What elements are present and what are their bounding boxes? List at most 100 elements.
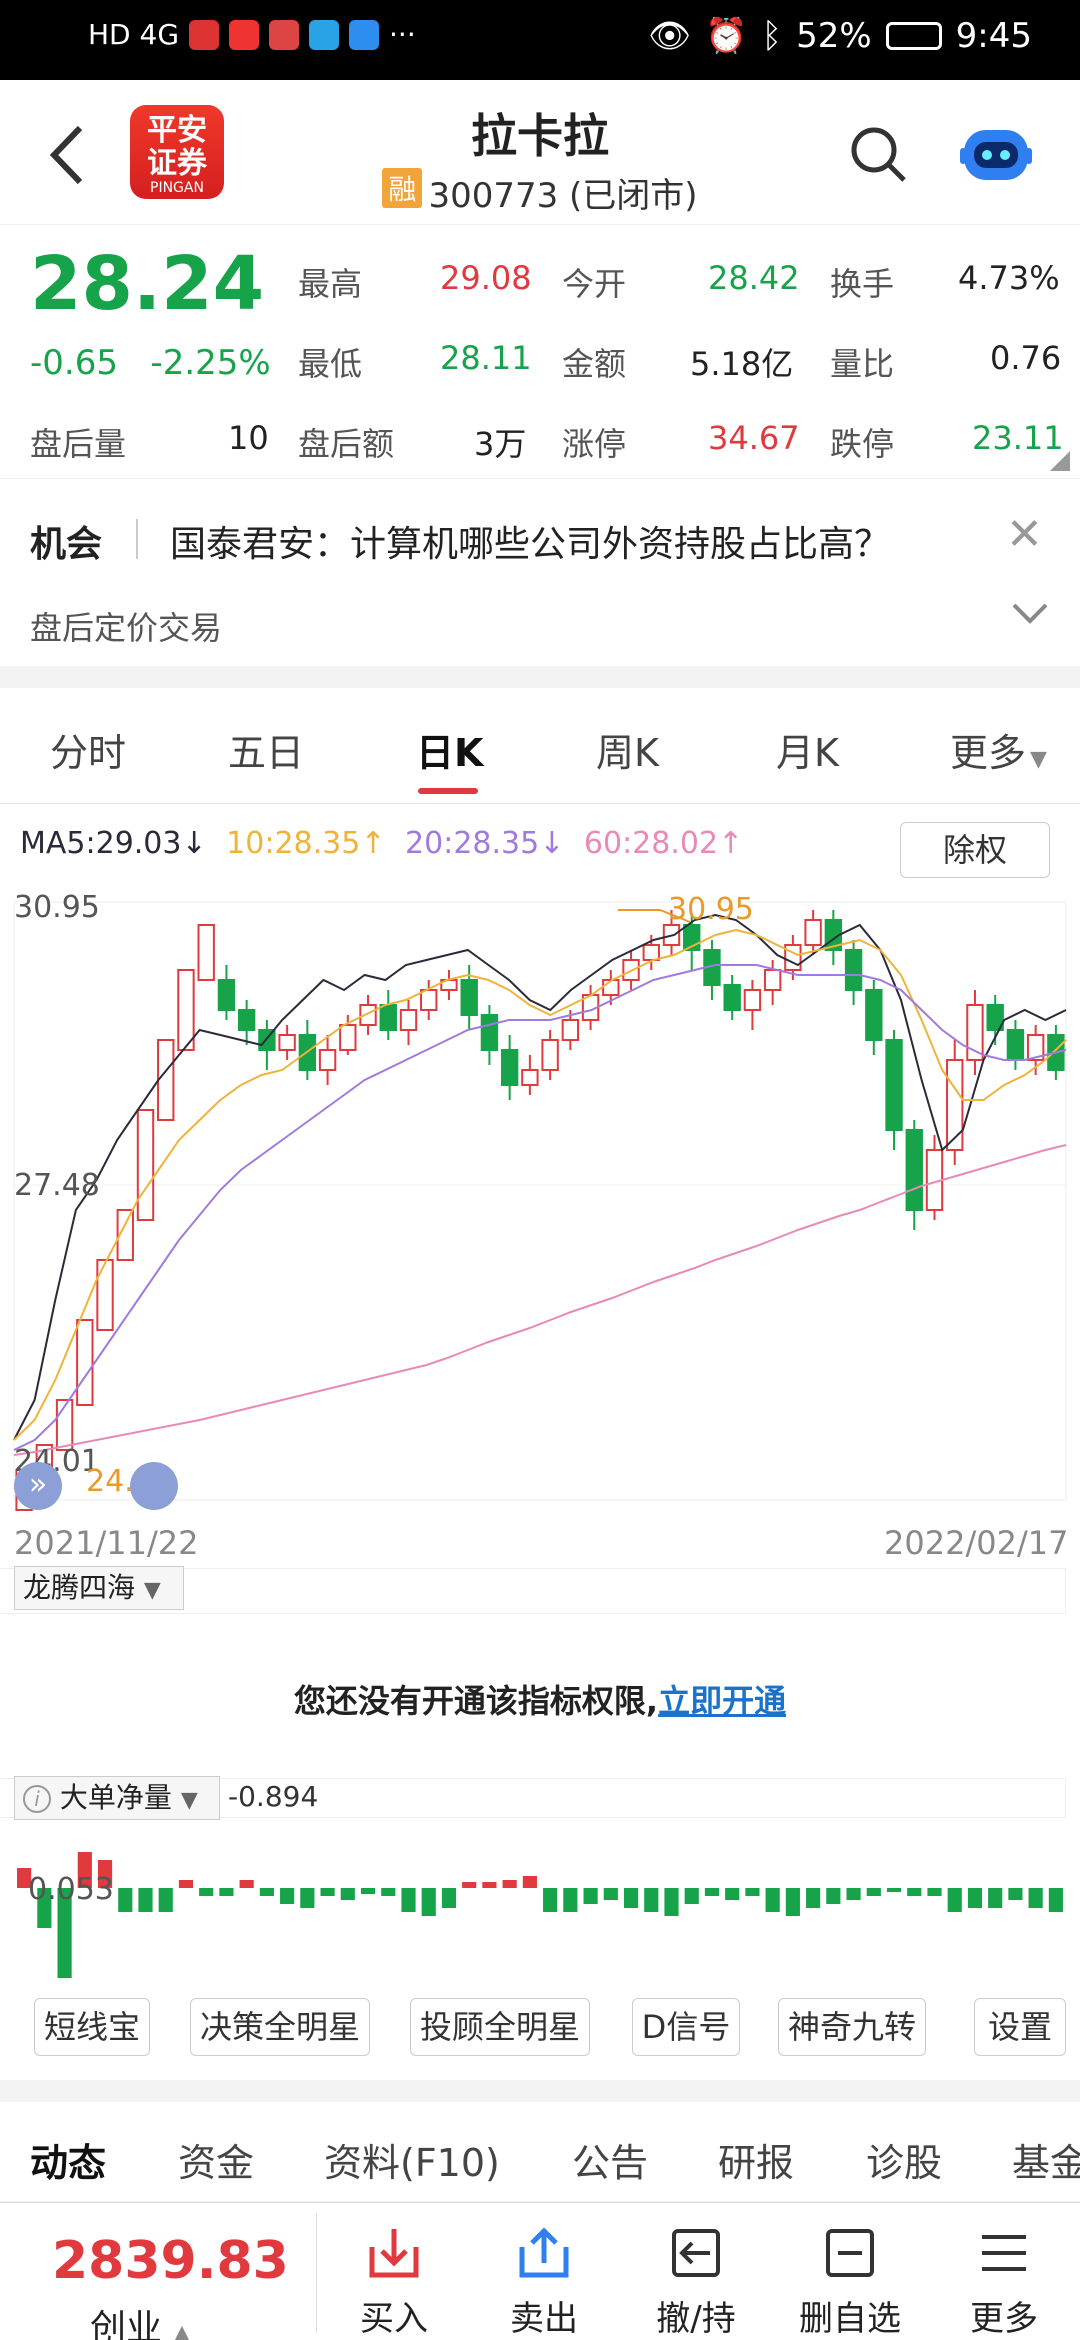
net-large-order-value: -0.894 <box>228 1780 319 1813</box>
candle-body <box>602 979 620 996</box>
tab-research[interactable]: 研报 <box>718 2132 794 2187</box>
tab-daily-k[interactable]: 日K <box>416 722 483 777</box>
triangle-up-icon: ▲ <box>173 2321 191 2340</box>
candle-body <box>460 979 478 1016</box>
activate-link[interactable]: 立即开通 <box>658 1682 786 1720</box>
amount-label: 金额 <box>562 345 627 383</box>
sell-button[interactable]: 卖出 <box>484 2213 604 2340</box>
after-hours-pricing[interactable]: 盘后定价交易 <box>30 603 222 649</box>
open-label: 今开 <box>562 265 627 303</box>
index-name[interactable]: 创业 ▲ <box>90 2299 190 2340</box>
app-notification-icon <box>309 19 340 50</box>
after-hours-amount: 3万 <box>474 425 527 463</box>
chevron-down-icon[interactable] <box>1010 599 1050 629</box>
flow-bar <box>118 1888 133 1912</box>
tab-diagnosis[interactable]: 诊股 <box>866 2132 942 2187</box>
flow-bar <box>381 1888 396 1896</box>
limit-down-label: 跌停 <box>830 425 895 463</box>
scroll-left-icon[interactable]: » <box>14 1462 62 1510</box>
flow-bar <box>644 1888 659 1912</box>
candle-body <box>763 969 782 991</box>
indicator-locked-message: 您还没有开通该指标权限,立即开通 <box>293 1682 787 1720</box>
tab-intraday[interactable]: 分时 <box>50 722 126 777</box>
section-gap <box>0 666 1080 688</box>
end-date: 2022/02/17 <box>884 1524 1069 1562</box>
candle-body <box>157 1039 175 1121</box>
indicator-selector-2[interactable]: i 大单净量 ▼ <box>14 1776 220 1820</box>
clock: 9:45 <box>955 16 1032 56</box>
flow-bar <box>259 1888 274 1896</box>
start-date: 2021/11/22 <box>14 1524 199 1562</box>
large-order-flow-plot <box>17 1852 1063 1978</box>
candle-body <box>521 1069 539 1086</box>
tab-news-feed[interactable]: 动态 <box>30 2132 106 2187</box>
flow-bar <box>401 1888 416 1912</box>
buy-button[interactable]: 买入 <box>334 2213 454 2340</box>
remove-icon <box>826 2229 874 2277</box>
index-value[interactable]: 2839.83 <box>52 2231 289 2291</box>
tab-monthly-k[interactable]: 月K <box>776 722 839 777</box>
close-icon[interactable]: ✕ <box>1006 509 1043 560</box>
candle-body <box>905 1129 923 1211</box>
ex-rights-button[interactable]: 除权 <box>900 822 1050 878</box>
tab-f10[interactable]: 资料(F10) <box>324 2132 500 2187</box>
candlestick-plot[interactable] <box>0 880 1080 1520</box>
news-headline[interactable]: 国泰君安：计算机哪些公司外资持股占比高？ <box>170 515 890 567</box>
remove-watchlist-button[interactable]: 删自选 <box>790 2213 910 2340</box>
news-banner[interactable]: 机会 国泰君安：计算机哪些公司外资持股占比高？ ✕ 盘后定价交易 <box>0 478 1080 666</box>
flow-bar <box>482 1882 497 1888</box>
flow-bar <box>886 1888 902 1892</box>
flow-bar <box>583 1888 598 1904</box>
tool-advisor-stars[interactable]: 投顾全明星 <box>410 1998 590 2056</box>
candle-body <box>480 1014 499 1051</box>
info-tabs: 动态 资金 资料(F10) 公告 研报 诊股 基金 <box>0 2102 1080 2202</box>
tab-five-day[interactable]: 五日 <box>228 722 304 777</box>
candle-body <box>136 1109 155 1221</box>
tab-weekly-k[interactable]: 周K <box>596 722 659 777</box>
low-label: 最低 <box>298 345 363 383</box>
expand-corner-icon[interactable] <box>1050 451 1070 471</box>
candle-body <box>784 944 802 971</box>
tool-decision-stars[interactable]: 决策全明星 <box>190 1998 370 2056</box>
active-tab-indicator <box>418 788 478 794</box>
tab-fund[interactable]: 基金 <box>1012 2132 1080 2187</box>
news-tag: 机会 <box>30 524 103 565</box>
tool-short-term[interactable]: 短线宝 <box>34 1998 150 2056</box>
candle-body <box>1006 1029 1025 1061</box>
candlestick-chart[interactable]: 30.95 27.48 24.01 30.95 24.01 » 2021/11/… <box>0 880 1080 1562</box>
ma60-value: 60:28.02↑ <box>583 826 744 861</box>
price-change: -0.65 -2.25% <box>30 343 271 383</box>
tool-d-signal[interactable]: D信号 <box>632 1998 740 2056</box>
info-icon: i <box>23 1785 51 1813</box>
tab-funds[interactable]: 资金 <box>178 2132 254 2187</box>
flow-bar <box>765 1888 780 1912</box>
search-icon[interactable] <box>848 124 908 184</box>
tab-more[interactable]: 更多 ▼ <box>950 722 1047 777</box>
fullscreen-icon[interactable] <box>130 1462 178 1510</box>
open-value: 28.42 <box>708 259 800 297</box>
limit-up-value: 34.67 <box>708 419 800 457</box>
candle-body <box>237 1009 256 1031</box>
app-notification-icon <box>269 19 300 50</box>
tab-announcements[interactable]: 公告 <box>572 2132 648 2187</box>
flow-bar <box>563 1888 578 1912</box>
candle-body <box>197 924 215 981</box>
quote-panel: 28.24 -0.65 -2.25% 盘后量 10 最高 29.08 最低 28… <box>0 224 1080 478</box>
candle-body <box>399 1009 418 1031</box>
more-button[interactable]: 更多 <box>944 2213 1064 2340</box>
header: 平安 证券 PINGAN 拉卡拉 融 300773 (已闭市) <box>0 80 1080 224</box>
tool-magic-nine[interactable]: 神奇九转 <box>778 1998 926 2056</box>
amount-value: 5.18亿 <box>690 345 794 383</box>
flow-bar <box>502 1880 517 1888</box>
candle-body <box>278 1034 296 1051</box>
robot-assistant-icon[interactable] <box>958 118 1034 188</box>
tool-settings[interactable]: 设置 <box>974 1998 1066 2056</box>
section-gap <box>0 2080 1080 2102</box>
menu-icon <box>982 2235 1026 2271</box>
flow-bar <box>907 1888 922 1896</box>
cancel-hold-button[interactable]: 撤/持 <box>636 2213 756 2340</box>
max-price-mark: 30.95 <box>668 892 754 927</box>
indicator-selector-1[interactable]: 龙腾四海 ▼ <box>14 1566 184 1610</box>
candle-body <box>500 1049 519 1086</box>
battery-percent: 52% <box>796 16 872 56</box>
